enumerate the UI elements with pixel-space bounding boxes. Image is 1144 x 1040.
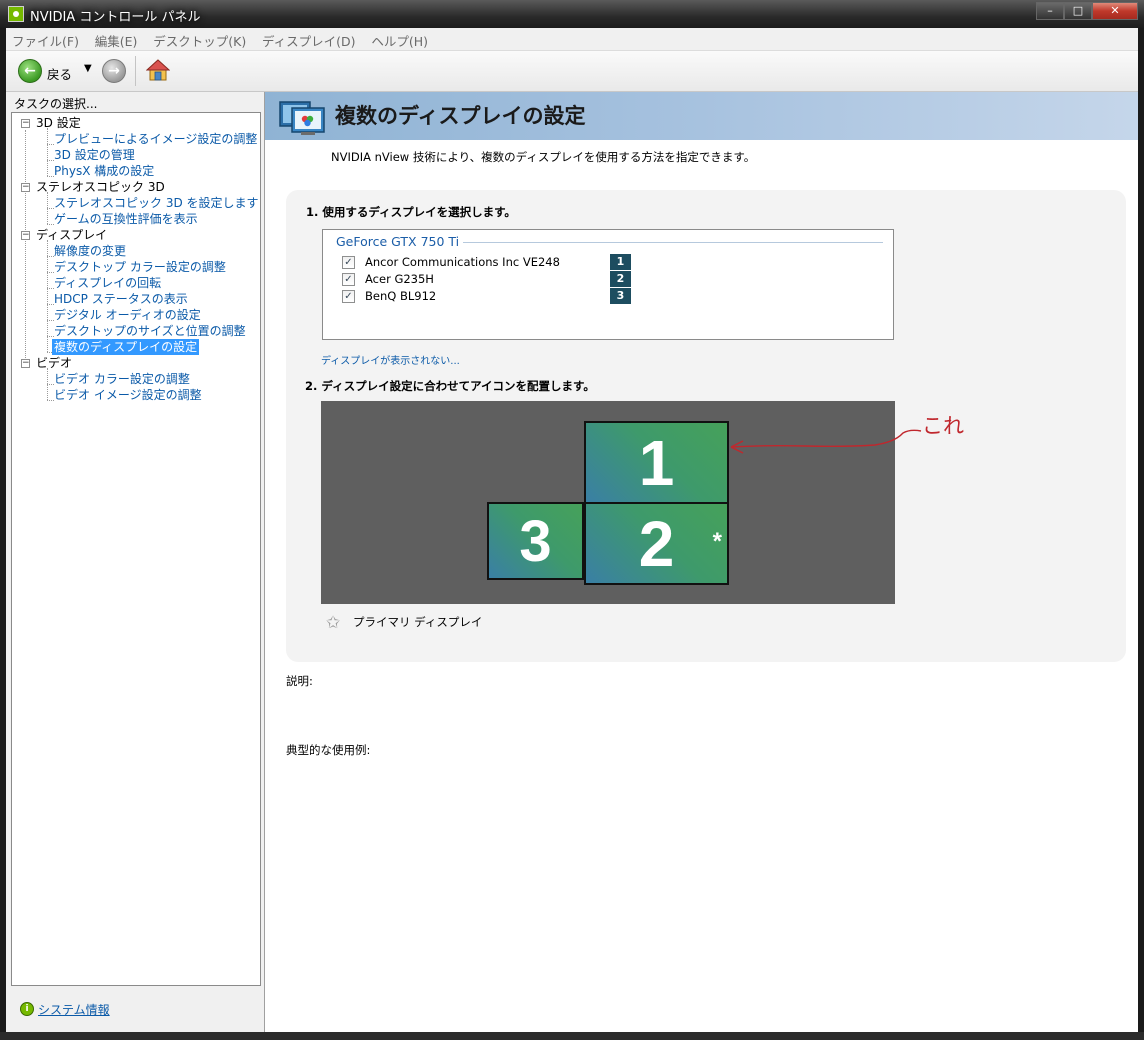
tree-item-label[interactable]: デスクトップ カラー設定の調整 <box>54 259 226 275</box>
window-title: NVIDIA コントロール パネル <box>30 10 201 25</box>
primary-star-icon: * <box>712 528 722 555</box>
menu-file[interactable]: ファイル(F) <box>6 28 85 50</box>
display-checkbox[interactable]: ✓ <box>342 290 355 303</box>
collapse-icon[interactable]: − <box>21 231 30 240</box>
title-bar: NVIDIA コントロール パネル – □ ✕ <box>0 0 1144 28</box>
tree-item-label[interactable]: プレビューによるイメージ設定の調整 <box>54 131 257 147</box>
display-number-badge: 1 <box>610 254 631 270</box>
home-icon[interactable] <box>146 58 170 82</box>
menu-display[interactable]: ディスプレイ(D) <box>256 28 362 50</box>
usage-label: 典型的な使用例: <box>286 743 371 757</box>
tree-category-label[interactable]: ディスプレイ <box>36 227 107 243</box>
menu-bar: ファイル(F) 編集(E) デスクトップ(K) ディスプレイ(D) ヘルプ(H) <box>6 28 1138 51</box>
displays-not-shown-link[interactable]: ディスプレイが表示されない... <box>321 352 460 367</box>
tree-category-label[interactable]: 3D 設定 <box>36 115 81 131</box>
tree-item-label[interactable]: ディスプレイの回転 <box>54 275 161 291</box>
back-button[interactable]: ← <box>18 59 42 83</box>
settings-panel: 1. 使用するディスプレイを選択します。 GeForce GTX 750 Ti … <box>286 190 1126 662</box>
tree-category-label[interactable]: ステレオスコピック 3D <box>36 179 165 195</box>
task-select-label: タスクの選択... <box>14 97 98 111</box>
tree-item-label[interactable]: ゲームの互換性評価を表示 <box>54 211 198 227</box>
gpu-name: GeForce GTX 750 Ti <box>336 234 464 249</box>
monitor-number: 2 <box>638 508 675 580</box>
tree-item-label[interactable]: PhysX 構成の設定 <box>54 163 154 179</box>
annotation-arrow <box>730 429 922 454</box>
display-name: Ancor Communications Inc VE248 <box>365 255 560 269</box>
display-checkbox[interactable]: ✓ <box>342 273 355 286</box>
collapse-icon[interactable]: − <box>21 119 30 128</box>
tree-item-label[interactable]: デジタル オーディオの設定 <box>54 307 201 323</box>
display-number-badge: 2 <box>610 271 631 287</box>
arrow-right-icon: → <box>108 63 120 79</box>
tree-category-stereo[interactable]: − ステレオスコピック 3D <box>12 179 260 195</box>
nvidia-app-icon <box>8 6 24 22</box>
star-outline-icon: ✩ <box>326 613 341 633</box>
primary-display-label: プライマリ ディスプレイ <box>353 615 483 629</box>
display-name: BenQ BL912 <box>365 289 437 303</box>
tree-category-label[interactable]: ビデオ <box>36 355 72 371</box>
minimize-button[interactable]: – <box>1036 2 1064 20</box>
toolbar: ← 戻る ▼ → <box>6 51 1138 92</box>
page-title: 複数のディスプレイの設定 <box>335 104 586 128</box>
section-2-heading: 2. ディスプレイ設定に合わせてアイコンを配置します。 <box>305 379 595 393</box>
forward-button[interactable]: → <box>102 59 126 83</box>
tree-item-label[interactable]: デスクトップのサイズと位置の調整 <box>54 323 246 339</box>
content-pane: 複数のディスプレイの設定 NVIDIA nView 技術により、複数のディスプレ… <box>265 92 1138 1032</box>
back-dropdown-icon[interactable]: ▼ <box>84 63 92 74</box>
window-bottom-border <box>0 1032 1144 1040</box>
maximize-button[interactable]: □ <box>1064 2 1092 20</box>
collapse-icon[interactable]: − <box>21 359 30 368</box>
tree-category-display[interactable]: − ディスプレイ <box>12 227 260 243</box>
page-header: 複数のディスプレイの設定 <box>265 92 1138 140</box>
display-name: Acer G235H <box>365 272 434 286</box>
group-divider <box>461 242 883 243</box>
monitor-1[interactable]: 1 <box>584 421 729 504</box>
tree-item-label[interactable]: ビデオ イメージ設定の調整 <box>54 387 202 403</box>
monitor-2[interactable]: 2 * <box>584 502 729 585</box>
tree-category-video[interactable]: − ビデオ <box>12 355 260 371</box>
task-pane: タスクの選択... − 3D 設定 プレビューによるイメージ設定の調整 3D 設… <box>6 92 265 1032</box>
section-1-heading: 1. 使用するディスプレイを選択します。 <box>306 205 516 219</box>
task-tree: − 3D 設定 プレビューによるイメージ設定の調整 3D 設定の管理 PhysX… <box>11 112 261 986</box>
page-subtitle: NVIDIA nView 技術により、複数のディスプレイを使用する方法を指定でき… <box>331 150 756 164</box>
menu-help[interactable]: ヘルプ(H) <box>365 28 434 50</box>
tree-item-label[interactable]: ステレオスコピック 3D を設定します <box>54 195 259 211</box>
system-info-link[interactable]: システム情報 <box>38 1001 110 1018</box>
collapse-icon[interactable]: − <box>21 183 30 192</box>
menu-edit[interactable]: 編集(E) <box>89 28 144 50</box>
info-icon: i <box>20 1002 34 1016</box>
tree-item-label[interactable]: 複数のディスプレイの設定 <box>52 339 200 355</box>
arrow-left-icon: ← <box>24 63 36 79</box>
monitor-3[interactable]: 3 <box>487 502 584 580</box>
multi-display-icon <box>279 101 325 135</box>
close-button[interactable]: ✕ <box>1092 2 1138 20</box>
tree-item-label[interactable]: 解像度の変更 <box>54 243 126 259</box>
annotation-text: これ <box>922 414 964 438</box>
gpu-group-box: GeForce GTX 750 Ti ✓ Ancor Communication… <box>322 229 894 340</box>
tree-item-label[interactable]: HDCP ステータスの表示 <box>54 291 188 307</box>
tree-category-3d[interactable]: − 3D 設定 <box>12 115 260 131</box>
back-label[interactable]: 戻る <box>47 64 72 83</box>
display-checkbox[interactable]: ✓ <box>342 256 355 269</box>
menu-desktop[interactable]: デスクトップ(K) <box>147 28 252 50</box>
tree-item-label[interactable]: 3D 設定の管理 <box>54 147 135 163</box>
window-controls: – □ ✕ <box>1036 2 1138 20</box>
toolbar-separator <box>135 56 136 86</box>
description-label: 説明: <box>286 674 313 688</box>
tree-item-label[interactable]: ビデオ カラー設定の調整 <box>54 371 190 387</box>
display-number-badge: 3 <box>610 288 631 304</box>
